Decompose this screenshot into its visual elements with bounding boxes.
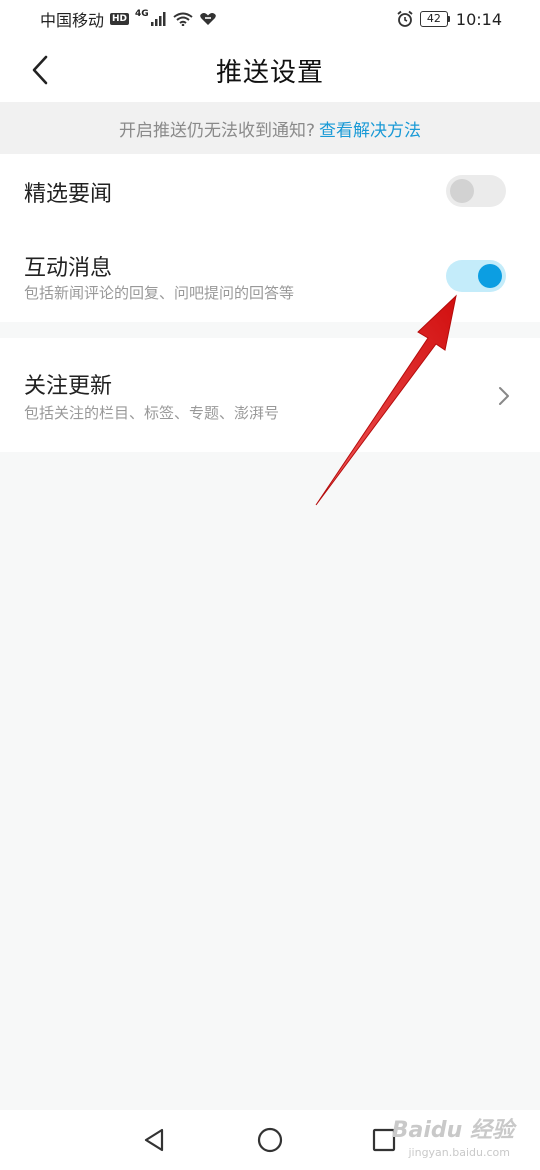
- status-right: 42 10:14: [396, 10, 502, 29]
- interactive-messages-row: 互动消息 包括新闻评论的回复、问吧提问的回答等: [0, 228, 540, 322]
- clock-time: 10:14: [455, 9, 502, 29]
- battery-indicator: 42: [419, 11, 450, 27]
- solution-link[interactable]: 查看解决方法: [319, 116, 421, 141]
- featured-news-label: 精选要闻: [24, 182, 113, 207]
- featured-news-row: 精选要闻: [0, 154, 540, 228]
- interactive-messages-toggle[interactable]: [446, 260, 506, 292]
- system-back-button[interactable]: [140, 1126, 168, 1154]
- wifi-icon: [173, 12, 193, 26]
- network-type: 4G: [135, 9, 149, 19]
- featured-news-toggle[interactable]: [446, 175, 506, 207]
- interactive-messages-label: 互动消息: [24, 256, 113, 281]
- toggle-knob: [478, 264, 502, 288]
- follow-updates-label: 关注更新: [24, 374, 113, 399]
- battery-tip: [447, 16, 450, 22]
- follow-updates-section[interactable]: 关注更新 包括关注的栏目、标签、专题、澎湃号: [0, 338, 540, 452]
- battery-level: 42: [419, 11, 448, 27]
- page-title: 推送设置: [215, 57, 324, 88]
- chevron-left-icon: [32, 55, 48, 85]
- carrier-name: 中国移动: [40, 11, 105, 30]
- interactive-messages-description: 包括新闻评论的回复、问吧提问的回答等: [24, 284, 295, 302]
- status-bar: 中国移动 HD 4G 42 10:14: [0, 0, 540, 38]
- notice-text: 开启推送仍无法收到通知?: [118, 120, 316, 141]
- triangle-back-icon: [144, 1128, 164, 1152]
- heart-link-icon: [199, 13, 216, 25]
- system-home-button[interactable]: [256, 1126, 284, 1154]
- back-button[interactable]: [22, 52, 58, 88]
- circle-home-icon: [257, 1127, 283, 1153]
- push-notice-banner: 开启推送仍无法收到通知? 查看解决方法: [0, 102, 540, 154]
- chevron-right-icon: [499, 387, 509, 405]
- baidu-watermark: Baidu 经验: [391, 1118, 514, 1143]
- nav-header: 推送设置: [0, 38, 540, 102]
- alarm-icon: [397, 10, 413, 27]
- status-left: 中国移动 HD 4G: [40, 7, 217, 31]
- baidu-watermark-url: jingyan.baidu.com: [408, 1146, 510, 1159]
- hd-badge: HD: [110, 13, 130, 25]
- signal-icon: [150, 12, 166, 26]
- push-settings-section: 精选要闻 互动消息 包括新闻评论的回复、问吧提问的回答等: [0, 154, 540, 322]
- toggle-knob: [450, 179, 474, 203]
- follow-updates-description: 包括关注的栏目、标签、专题、澎湃号: [24, 404, 280, 422]
